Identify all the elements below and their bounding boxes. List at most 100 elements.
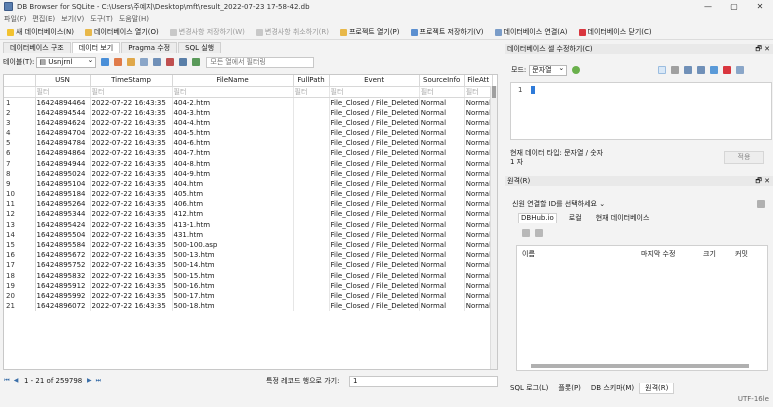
column-header-sourceinfo[interactable]: SourceInfo xyxy=(419,75,465,87)
table-row[interactable]: 15 16424895584 2022-07-22 16:43:35 500-100.… xyxy=(4,239,493,251)
table-cell[interactable]: 16424895504 xyxy=(35,229,91,240)
table-cell[interactable]: Normal xyxy=(464,280,493,291)
table-select[interactable]: ▤ Usnjrnl xyxy=(36,56,97,68)
table-cell[interactable] xyxy=(293,301,330,312)
import-icon[interactable] xyxy=(684,66,693,74)
table-cell[interactable]: Normal xyxy=(464,260,493,271)
table-cell[interactable] xyxy=(293,290,330,302)
table-cell[interactable]: Normal xyxy=(419,229,465,240)
column-header-event[interactable]: Event xyxy=(329,75,420,87)
table-cell[interactable] xyxy=(293,158,330,169)
row-number[interactable]: 4 xyxy=(4,127,36,139)
table-row[interactable]: 13 16424895424 2022-07-22 16:43:35 413-1.ht… xyxy=(4,219,493,230)
column-header-fullpath[interactable]: FullPath xyxy=(293,75,330,87)
table-cell[interactable] xyxy=(293,127,330,139)
mode-select[interactable]: 문자열 xyxy=(529,64,568,76)
column-header-filename[interactable]: FileName xyxy=(172,75,294,87)
save-project-button[interactable]: 프로젝트 저장하기(V) xyxy=(407,26,488,39)
table-cell[interactable]: 500-15.htm xyxy=(172,270,294,281)
table-cell[interactable]: 2022-07-22 16:43:35 xyxy=(90,189,173,200)
table-cell[interactable]: File_Closed / File_Deleted xyxy=(329,107,420,118)
table-cell[interactable]: 2022-07-22 16:43:35 xyxy=(90,168,173,179)
column-filter-input[interactable]: 필터 xyxy=(35,86,91,98)
table-cell[interactable]: Normal xyxy=(419,239,465,251)
table-cell[interactable]: File_Closed / File_Deleted xyxy=(329,250,420,261)
table-cell[interactable]: Normal xyxy=(464,270,493,281)
column-filter-input[interactable]: 필터 xyxy=(464,86,493,98)
row-number[interactable]: 20 xyxy=(4,290,36,302)
table-cell[interactable]: Normal xyxy=(419,107,465,118)
table-cell[interactable]: 16424895752 xyxy=(35,260,91,271)
table-cell[interactable]: File_Closed / File_Deleted xyxy=(329,117,420,128)
table-row[interactable]: 11 16424895264 2022-07-22 16:43:35 406.htm F… xyxy=(4,199,493,210)
column-header-name[interactable]: 이름 xyxy=(522,249,535,259)
format-icon[interactable] xyxy=(671,66,680,74)
table-cell[interactable] xyxy=(293,178,330,189)
print-cell-icon[interactable] xyxy=(736,66,745,74)
table-cell[interactable]: 500-16.htm xyxy=(172,280,294,291)
table-cell[interactable]: 2022-07-22 16:43:35 xyxy=(90,107,173,118)
table-row[interactable]: 19 16424895912 2022-07-22 16:43:35 500-16.h… xyxy=(4,280,493,291)
corner-cell[interactable] xyxy=(4,75,36,87)
column-header-last-modified[interactable]: 마지막 수정 xyxy=(641,249,675,259)
insert-record-icon[interactable] xyxy=(153,58,162,66)
table-cell[interactable]: 2022-07-22 16:43:35 xyxy=(90,260,173,271)
table-cell[interactable]: Normal xyxy=(464,199,493,210)
table-cell[interactable]: File_Closed / File_Deleted xyxy=(329,158,420,169)
table-row[interactable]: 9 16424895104 2022-07-22 16:43:35 404.htm Fi… xyxy=(4,178,493,189)
table-row[interactable]: 14 16424895504 2022-07-22 16:43:35 431.htm F… xyxy=(4,229,493,240)
row-number[interactable]: 16 xyxy=(4,250,36,261)
set-null-icon[interactable] xyxy=(710,66,719,74)
row-number[interactable]: 21 xyxy=(4,301,36,312)
table-cell[interactable] xyxy=(293,260,330,271)
row-number[interactable]: 7 xyxy=(4,158,36,169)
chevron-down-icon[interactable]: ⌄ xyxy=(599,200,605,208)
table-cell[interactable]: 16424894784 xyxy=(35,138,91,149)
table-cell[interactable]: Normal xyxy=(464,158,493,169)
auto-switch-icon[interactable] xyxy=(572,66,581,74)
table-cell[interactable] xyxy=(293,138,330,149)
row-number[interactable]: 9 xyxy=(4,178,36,189)
table-cell[interactable] xyxy=(293,117,330,128)
table-cell[interactable] xyxy=(293,270,330,281)
table-cell[interactable]: 16424895992 xyxy=(35,290,91,302)
table-cell[interactable]: Normal xyxy=(419,301,465,312)
table-cell[interactable]: Normal xyxy=(464,168,493,179)
table-cell[interactable]: File_Closed / File_Deleted xyxy=(329,148,420,159)
maximize-button[interactable]: ▢ xyxy=(721,0,747,13)
table-cell[interactable]: 16424894464 xyxy=(35,97,91,108)
column-filter-input[interactable]: 필터 xyxy=(90,86,173,98)
table-cell[interactable]: 404-6.htm xyxy=(172,138,294,149)
close-database-button[interactable]: 데이터베이스 닫기(C) xyxy=(575,26,656,39)
column-header-fileatt[interactable]: FileAtt xyxy=(464,75,493,87)
table-cell[interactable]: 16424894704 xyxy=(35,127,91,139)
column-header-timestamp[interactable]: TimeStamp xyxy=(90,75,173,87)
clear-icon[interactable] xyxy=(723,66,732,74)
table-cell[interactable]: File_Closed / File_Deleted xyxy=(329,280,420,291)
table-cell[interactable]: Normal xyxy=(464,189,493,200)
column-filter-input[interactable]: 필터 xyxy=(293,86,330,98)
table-cell[interactable]: Normal xyxy=(419,127,465,139)
table-row[interactable]: 20 16424895992 2022-07-22 16:43:35 500-17.h… xyxy=(4,290,493,302)
table-cell[interactable]: 2022-07-22 16:43:35 xyxy=(90,250,173,261)
table-row[interactable]: 18 16424895832 2022-07-22 16:43:35 500-15.h… xyxy=(4,270,493,281)
table-cell[interactable]: Normal xyxy=(464,229,493,240)
table-row[interactable]: 12 16424895344 2022-07-22 16:43:35 412.htm F… xyxy=(4,209,493,220)
menu-tools[interactable]: 도구(T) xyxy=(90,14,113,24)
table-row[interactable]: 17 16424895752 2022-07-22 16:43:35 500-14.h… xyxy=(4,260,493,271)
table-cell[interactable]: 412.htm xyxy=(172,209,294,220)
table-cell[interactable]: 404-5.htm xyxy=(172,127,294,139)
goto-record-input[interactable]: 1 xyxy=(349,375,498,387)
table-cell[interactable] xyxy=(293,219,330,230)
scrollbar-thumb[interactable] xyxy=(492,86,496,98)
table-cell[interactable]: 2022-07-22 16:43:35 xyxy=(90,219,173,230)
table-cell[interactable]: File_Closed / File_Deleted xyxy=(329,260,420,271)
next-record-button[interactable]: ▶ xyxy=(85,377,93,385)
table-cell[interactable]: Normal xyxy=(464,290,493,302)
table-cell[interactable]: 16424895344 xyxy=(35,209,91,220)
apply-button[interactable]: 적용 xyxy=(724,151,764,164)
table-cell[interactable]: 16424895264 xyxy=(35,199,91,210)
menu-file[interactable]: 파일(F) xyxy=(4,14,26,24)
table-cell[interactable]: Normal xyxy=(464,178,493,189)
table-cell[interactable]: Normal xyxy=(419,250,465,261)
